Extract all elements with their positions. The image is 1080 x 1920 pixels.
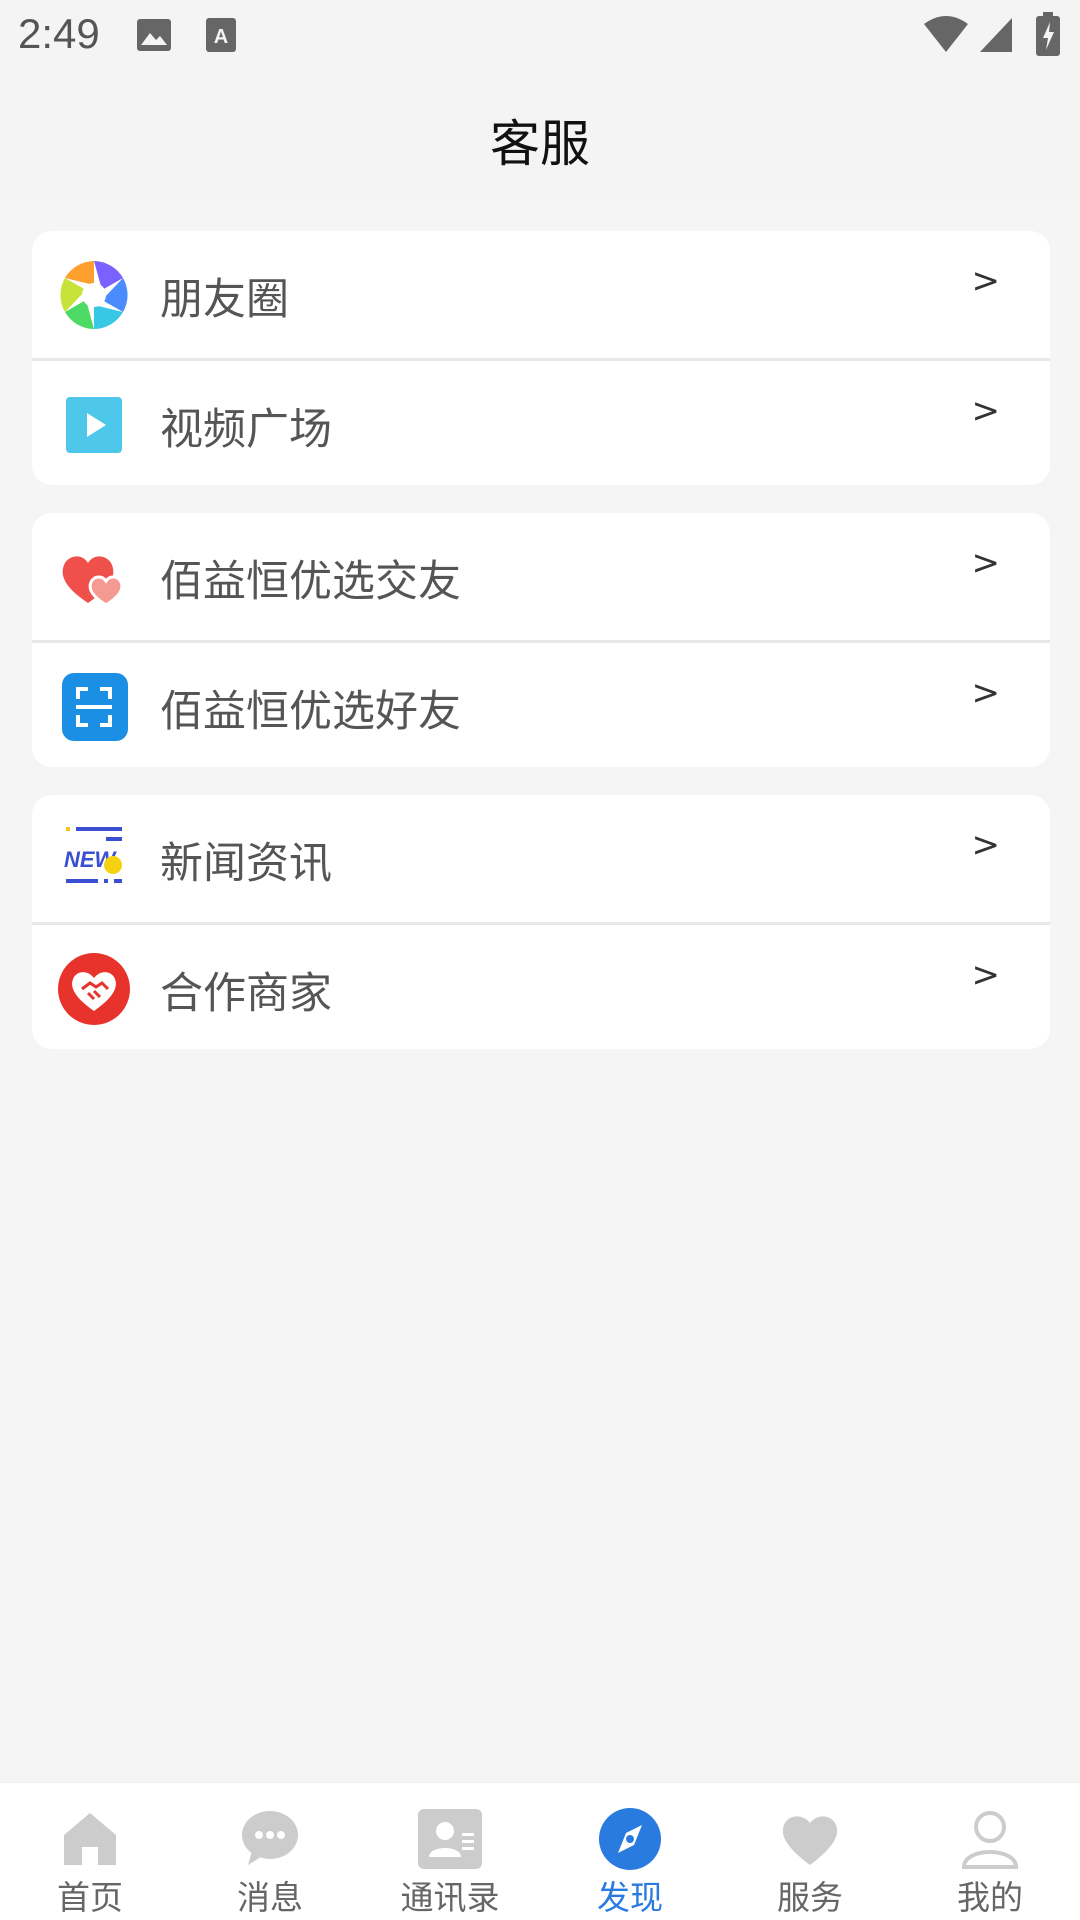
nav-label: 我的 bbox=[957, 1878, 1023, 1917]
nav-item-contacts[interactable]: 通讯录 bbox=[360, 1783, 540, 1920]
handshake-heart-icon bbox=[58, 953, 130, 1025]
chat-icon bbox=[238, 1807, 302, 1871]
chevron-right-icon: > bbox=[971, 955, 1001, 995]
chevron-right-icon: > bbox=[971, 391, 1001, 431]
user-icon bbox=[958, 1807, 1022, 1871]
menu-group-info: NEW 新闻资讯 > 合作商家 > bbox=[32, 795, 1050, 1049]
menu-item-good-friends[interactable]: 佰益恒优选好友 > bbox=[32, 640, 1050, 767]
menu-group-friends: 佰益恒优选交友 > 佰益恒优选好友 > bbox=[32, 513, 1050, 767]
wifi-icon bbox=[922, 14, 970, 58]
chevron-right-icon: > bbox=[971, 825, 1001, 865]
menu-item-video-square[interactable]: 视频广场 > bbox=[32, 358, 1050, 485]
nav-label: 发现 bbox=[597, 1878, 663, 1917]
compass-icon bbox=[598, 1807, 662, 1871]
menu-item-dating[interactable]: 佰益恒优选交友 > bbox=[32, 513, 1050, 640]
nav-item-services[interactable]: 服务 bbox=[720, 1783, 900, 1920]
nav-item-messages[interactable]: 消息 bbox=[180, 1783, 360, 1920]
news-icon: NEW bbox=[58, 823, 130, 895]
menu-item-label: 佰益恒优选交友 bbox=[160, 557, 461, 607]
nav-label: 服务 bbox=[777, 1878, 843, 1917]
nav-item-home[interactable]: 首页 bbox=[0, 1783, 180, 1920]
scan-icon bbox=[58, 671, 130, 743]
menu-item-label: 视频广场 bbox=[160, 405, 332, 455]
battery-charging-icon bbox=[1036, 12, 1060, 60]
chevron-right-icon: > bbox=[971, 543, 1001, 583]
bottom-navigation: 首页 消息 通讯录 发现 服务 我的 bbox=[0, 1782, 1080, 1920]
signal-icon bbox=[978, 14, 1014, 58]
header: 客服 bbox=[0, 74, 1080, 200]
text-a-icon: A bbox=[206, 18, 236, 56]
chevron-right-icon: > bbox=[971, 673, 1001, 713]
home-icon bbox=[58, 1807, 122, 1871]
svg-text:A: A bbox=[214, 26, 228, 48]
menu-item-moments[interactable]: 朋友圈 > bbox=[32, 231, 1050, 358]
image-icon bbox=[136, 18, 172, 56]
aperture-icon bbox=[58, 259, 130, 331]
menu-group-social: 朋友圈 > 视频广场 > bbox=[32, 231, 1050, 485]
hearts-icon bbox=[58, 541, 130, 613]
status-time: 2:49 bbox=[18, 10, 100, 57]
menu-item-label: 合作商家 bbox=[160, 969, 332, 1019]
menu-item-label: 新闻资讯 bbox=[160, 839, 332, 889]
nav-label: 首页 bbox=[57, 1878, 123, 1917]
status-bar: 2:49 A bbox=[0, 0, 1080, 74]
nav-item-discover[interactable]: 发现 bbox=[540, 1783, 720, 1920]
nav-label: 消息 bbox=[237, 1878, 303, 1917]
nav-label: 通讯录 bbox=[400, 1878, 500, 1917]
chevron-right-icon: > bbox=[971, 261, 1001, 301]
menu-item-label: 佰益恒优选好友 bbox=[160, 687, 461, 737]
nav-item-profile[interactable]: 我的 bbox=[900, 1783, 1080, 1920]
menu-item-news[interactable]: NEW 新闻资讯 > bbox=[32, 795, 1050, 922]
heart-icon bbox=[778, 1807, 842, 1871]
page-title: 客服 bbox=[490, 115, 590, 173]
contacts-icon bbox=[418, 1807, 482, 1871]
menu-item-partner-merchants[interactable]: 合作商家 > bbox=[32, 922, 1050, 1049]
play-icon bbox=[58, 389, 130, 461]
menu-item-label: 朋友圈 bbox=[160, 275, 289, 325]
